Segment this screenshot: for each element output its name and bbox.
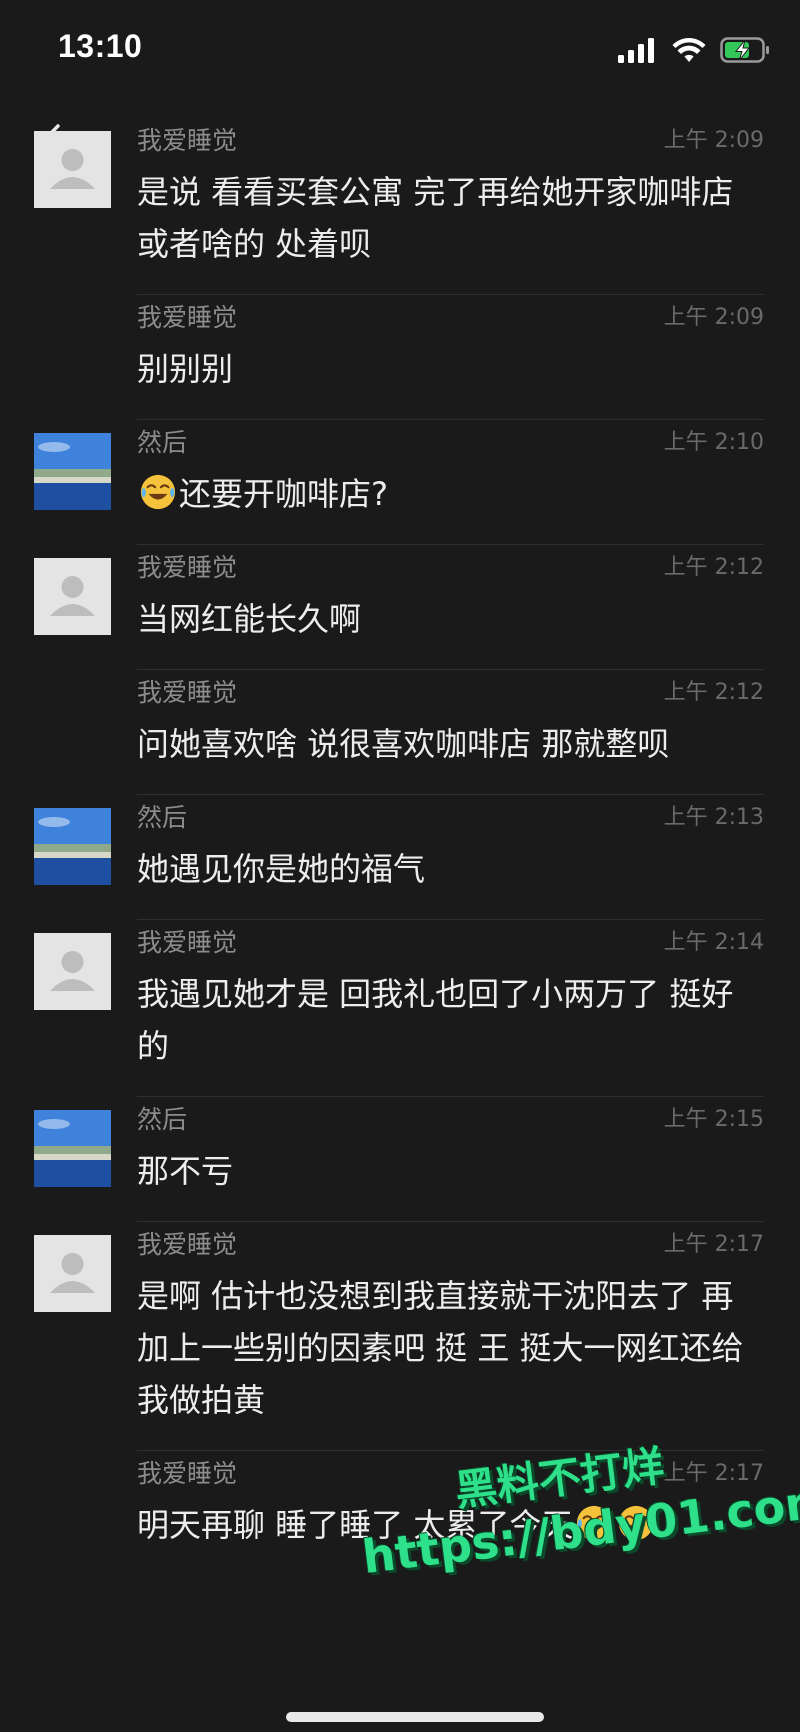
default-avatar[interactable] [34, 558, 111, 635]
message-item: 然后 上午 2:13 她遇见你是她的福气 [0, 795, 800, 919]
sender-name: 我爱睡觉 [137, 126, 238, 155]
message-text: 当网红能长久啊 [137, 600, 362, 638]
sender-name: 我爱睡觉 [137, 1230, 238, 1259]
message-list: 我爱睡觉 上午 2:09 是说 看看买套公寓 完了再给她开家咖啡店或者啥的 处着… [0, 118, 800, 1575]
message-item: 我爱睡觉 上午 2:09 是说 看看买套公寓 完了再给她开家咖啡店或者啥的 处着… [0, 118, 800, 294]
home-indicator[interactable] [286, 1712, 544, 1722]
sender-name: 我爱睡觉 [137, 553, 238, 582]
message-text: 是啊 估计也没想到我直接就干沈阳去了 再加上一些别的因素吧 挺 王 挺大一网红还… [137, 1277, 744, 1419]
message-time: 上午 2:17 [663, 1232, 764, 1257]
status-time: 13:10 [58, 28, 143, 64]
signal-icon [618, 38, 654, 63]
message-text-content: 还要开咖啡店? [179, 475, 388, 513]
sender-name: 我爱睡觉 [137, 303, 238, 332]
message-item: 我爱睡觉 上午 2:14 我遇见她才是 回我礼也回了小两万了 挺好的 [0, 920, 800, 1096]
landscape-avatar[interactable] [34, 433, 111, 510]
message-item: 然后 上午 2:15 那不亏 [0, 1097, 800, 1221]
message-text: 问她喜欢啥 说很喜欢咖啡店 那就整呗 [137, 725, 670, 763]
message-header: 我爱睡觉 上午 2:09 [137, 118, 764, 164]
message-item: 我爱睡觉 上午 2:17 是啊 估计也没想到我直接就干沈阳去了 再加上一些别的因… [0, 1222, 800, 1450]
message-time: 上午 2:14 [663, 930, 764, 955]
message-item: 我爱睡觉 上午 2:12 问她喜欢啥 说很喜欢咖啡店 那就整呗 [0, 670, 800, 794]
message-header: 我爱睡觉 上午 2:12 [137, 545, 764, 591]
status-icons [618, 34, 770, 66]
message-header: 然后 上午 2:10 [137, 420, 764, 466]
message-header: 我爱睡觉 上午 2:12 [137, 670, 764, 716]
sender-name: 然后 [137, 428, 188, 457]
message-item: 然后 上午 2:10 还要开咖啡店? [0, 420, 800, 544]
default-avatar[interactable] [34, 1235, 111, 1312]
message-time: 上午 2:12 [663, 680, 764, 705]
wifi-icon [672, 38, 706, 62]
chat-history-screen: 13:10 我爱睡觉 上午 2:09 是说 看看买套公寓 完了再给她开家咖啡店或… [0, 0, 800, 1732]
laughing-crying-emoji-icon [140, 474, 176, 510]
sender-name: 我爱睡觉 [137, 928, 238, 957]
sender-name: 我爱睡觉 [137, 1459, 238, 1488]
message-time: 上午 2:12 [663, 555, 764, 580]
battery-charging-icon [720, 37, 769, 63]
sender-name: 我爱睡觉 [137, 678, 238, 707]
default-avatar[interactable] [34, 933, 111, 1010]
message-text: 她遇见你是她的福气 [137, 850, 426, 888]
sender-name: 然后 [137, 803, 188, 832]
message-time: 上午 2:13 [663, 805, 764, 830]
message-time: 上午 2:09 [663, 305, 764, 330]
message-text: 那不亏 [137, 1152, 234, 1190]
landscape-avatar[interactable] [34, 808, 111, 885]
message-text: 还要开咖啡店? [137, 466, 764, 544]
message-item: 我爱睡觉 上午 2:09 别别别 [0, 295, 800, 419]
message-header: 我爱睡觉 上午 2:17 [137, 1222, 764, 1268]
landscape-avatar[interactable] [34, 1110, 111, 1187]
sender-name: 然后 [137, 1105, 188, 1134]
message-time: 上午 2:15 [663, 1107, 764, 1132]
message-time: 上午 2:10 [663, 430, 764, 455]
message-text: 我遇见她才是 回我礼也回了小两万了 挺好的 [137, 975, 734, 1065]
message-text: 别别别 [137, 350, 234, 388]
message-header: 我爱睡觉 上午 2:14 [137, 920, 764, 966]
message-header: 然后 上午 2:15 [137, 1097, 764, 1143]
message-text: 是说 看看买套公寓 完了再给她开家咖啡店或者啥的 处着呗 [137, 173, 734, 263]
status-bar: 13:10 [0, 0, 800, 100]
default-avatar[interactable] [34, 131, 111, 208]
message-time: 上午 2:09 [663, 128, 764, 153]
message-header: 我爱睡觉 上午 2:09 [137, 295, 764, 341]
message-item: 我爱睡觉 上午 2:12 当网红能长久啊 [0, 545, 800, 669]
message-header: 然后 上午 2:13 [137, 795, 764, 841]
